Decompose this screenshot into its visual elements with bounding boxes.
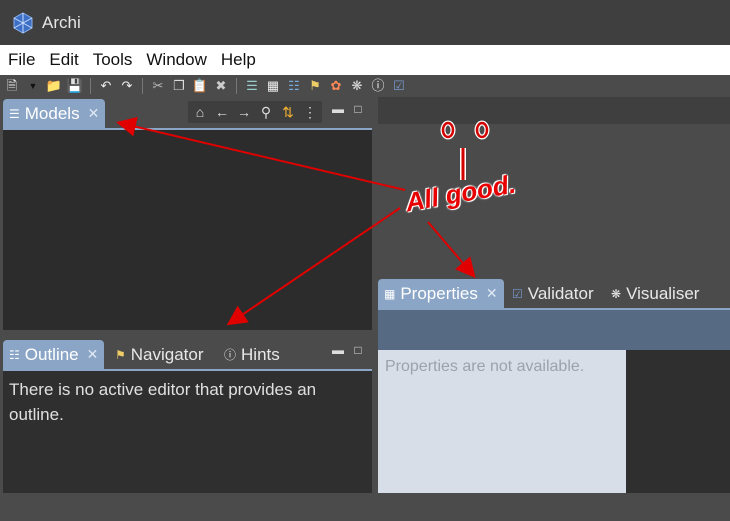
tab-models[interactable]: ☰ Models ✕ [3,99,106,128]
cut-icon[interactable]: ✂ [150,78,166,94]
close-icon[interactable]: ✕ [486,285,498,302]
info-icon: ⓘ [224,348,237,362]
properties-empty-area [626,350,730,493]
link-sync-icon[interactable]: ⇅ [280,103,296,121]
properties-message: Properties are not available. [378,350,626,493]
archi-window: Archi File Edit Tools Window Help 🗎 ▼ 📁 … [0,0,730,521]
close-icon[interactable]: ✕ [87,346,99,363]
navigator-icon[interactable]: ⚑ [307,78,323,94]
navigator-icon: ⚑ [115,347,126,362]
models-tree-icon: ☰ [9,106,20,121]
search-icon[interactable]: ⚲ [258,103,274,121]
info-icon[interactable]: ⓘ [370,78,386,94]
outline-message: There is no active editor that provides … [3,371,372,493]
validator-icon[interactable]: ☑ [391,78,407,94]
models-tree[interactable] [3,130,372,330]
toolbar-separator [142,78,143,94]
open-folder-icon[interactable]: 📁 [46,78,62,94]
tab-label: Models [24,103,80,123]
outline-icon: ☷ [9,347,20,362]
tab-label: Properties [400,283,478,303]
tab-validator[interactable]: ☑ Validator [506,279,600,308]
visualiser-icon[interactable]: ❋ [349,78,365,94]
window-title: Archi [42,12,81,32]
view-menu-icon[interactable]: ⋮ [302,103,318,121]
title-bar: Archi [0,0,730,45]
tab-properties[interactable]: ▦ Properties ✕ [378,279,504,308]
copy-icon[interactable]: ❐ [171,78,187,94]
editor-area [378,97,730,277]
outline-view: ☷ Outline ✕ ⚑ Navigator ⓘ Hints ▬ □ Ther… [3,338,372,493]
menu-bar: File Edit Tools Window Help [0,45,730,75]
properties-icon: ▦ [384,286,396,301]
redo-icon[interactable]: ↷ [119,78,135,94]
menu-file[interactable]: File [0,50,42,70]
models-view-toolbar: ⌂ ← → ⚲ ⇅ ⋮ [188,101,322,123]
status-bar [0,493,730,521]
tab-label: Hints [241,344,280,364]
tab-visualiser[interactable]: ❋ Visualiser [605,279,705,308]
toolbar-separator [90,78,91,94]
delete-icon[interactable]: ✖ [213,78,229,94]
menu-help[interactable]: Help [214,50,263,70]
forward-arrow-icon[interactable]: → [236,103,252,121]
palette-icon[interactable]: ✿ [328,78,344,94]
outline-icon[interactable]: ☷ [286,78,302,94]
paste-icon[interactable]: 📋 [192,78,208,94]
tab-navigator[interactable]: ⚑ Navigator [109,340,210,369]
properties-view-header: ▦ Properties ✕ ☑ Validator ❋ Visualiser [378,277,730,310]
undo-icon[interactable]: ↶ [98,78,114,94]
properties-icon[interactable]: ▦ [265,78,281,94]
models-view: ☰ Models ✕ ⌂ ← → ⚲ ⇅ ⋮ ▬ □ [3,97,372,330]
minimize-icon[interactable]: ▬ [332,344,344,356]
outline-view-header: ☷ Outline ✕ ⚑ Navigator ⓘ Hints ▬ □ [3,338,372,371]
menu-tools[interactable]: Tools [86,50,140,70]
maximize-icon[interactable]: □ [352,344,364,356]
tab-label: Outline [24,344,79,364]
archi-logo-icon [13,11,33,34]
visualiser-icon: ❋ [611,286,622,301]
validator-icon: ☑ [512,286,523,301]
main-toolbar: 🗎 ▼ 📁 💾 ↶ ↷ ✂ ❐ 📋 ✖ ☰ ▦ ☷ ⚑ ✿ ❋ ⓘ ☑ [0,75,730,97]
properties-title-bar [378,310,730,350]
minimize-icon[interactable]: ▬ [332,103,344,115]
tab-label: Navigator [130,344,204,364]
models-view-header: ☰ Models ✕ ⌂ ← → ⚲ ⇅ ⋮ ▬ □ [3,97,372,130]
tab-label: Validator [527,283,594,303]
editor-tab-strip [378,97,730,124]
home-icon[interactable]: ⌂ [192,103,208,121]
menu-window[interactable]: Window [139,50,213,70]
tab-hints[interactable]: ⓘ Hints [218,340,286,369]
back-arrow-icon[interactable]: ← [214,103,230,121]
tab-label: Visualiser [626,283,700,303]
menu-edit[interactable]: Edit [42,50,85,70]
toolbar-separator [236,78,237,94]
properties-view: ▦ Properties ✕ ☑ Validator ❋ Visualiser … [378,277,730,493]
maximize-icon[interactable]: □ [352,103,364,115]
save-icon[interactable]: 💾 [67,78,83,94]
new-file-icon[interactable]: 🗎 [4,78,20,94]
tab-outline[interactable]: ☷ Outline ✕ [3,340,105,369]
models-tree-icon[interactable]: ☰ [244,78,260,94]
close-icon[interactable]: ✕ [88,105,100,122]
dropdown-arrow-icon[interactable]: ▼ [25,78,41,94]
